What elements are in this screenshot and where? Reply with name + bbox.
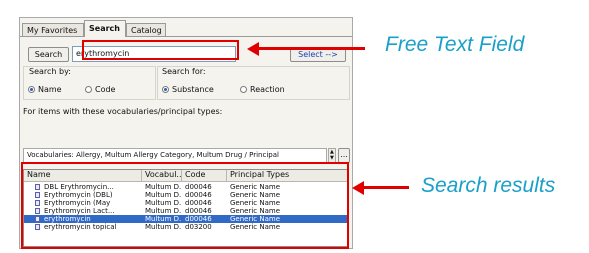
search-by-code-radio[interactable]	[85, 86, 92, 93]
free-text-arrow-line	[258, 47, 365, 50]
search-by-name-radio[interactable]	[28, 86, 35, 93]
search-for-substance-label: Substance	[172, 85, 214, 94]
search-for-substance-radio[interactable]	[162, 86, 169, 93]
screenshot: My Favorites Search Catalog Search eryth…	[0, 0, 589, 253]
vocabularies-field[interactable]: Vocabularies: Allergy, Multum Allergy Ca…	[23, 148, 327, 163]
tab-divider	[20, 36, 352, 37]
vocabularies-spinner[interactable]: ▲ ▼	[328, 148, 336, 163]
search-by-code-label: Code	[95, 85, 116, 94]
tab-my-favorites[interactable]: My Favorites	[22, 23, 84, 37]
search-for-reaction-radio[interactable]	[240, 86, 247, 93]
search-results-callout: Search results	[421, 174, 556, 197]
search-results-highlight-box	[21, 162, 349, 249]
search-for-reaction-label: Reaction	[250, 85, 285, 94]
search-results-arrow-line	[363, 186, 409, 189]
free-text-callout: Free Text Field	[385, 33, 525, 56]
search-for-label: Search for:	[162, 67, 206, 76]
search-by-label: Search by:	[29, 67, 71, 76]
select-button[interactable]: Select -->	[290, 48, 346, 62]
vocabularies-browse-button[interactable]: ...	[338, 148, 350, 163]
tab-search[interactable]: Search	[84, 20, 126, 37]
search-by-name-label: Name	[38, 85, 62, 94]
free-text-highlight-box	[82, 40, 239, 60]
vocabularies-label: For items with these vocabularies/princi…	[23, 107, 223, 116]
tab-catalog[interactable]: Catalog	[126, 23, 166, 37]
spin-down-icon: ▼	[330, 155, 334, 161]
search-button[interactable]: Search	[28, 47, 69, 62]
